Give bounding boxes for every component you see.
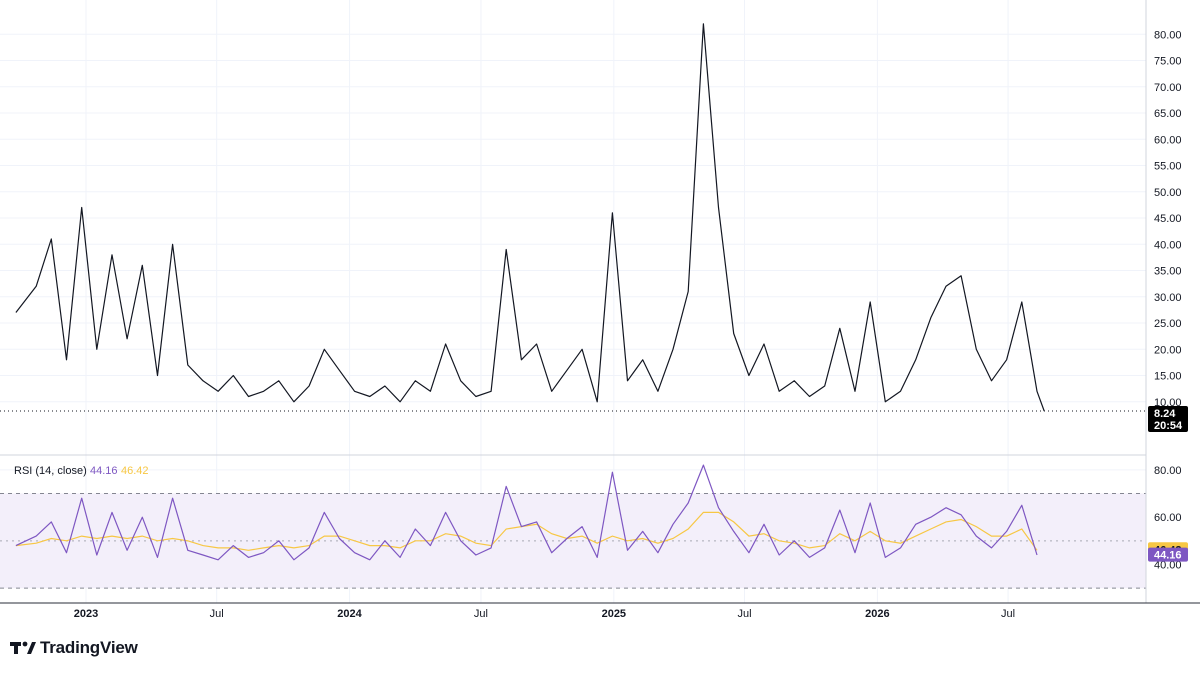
x-tick-label: Jul xyxy=(1001,608,1015,620)
x-axis-time[interactable]: 2023 Jul 2024 Jul 2025 Jul 2026 Jul xyxy=(74,608,1015,620)
series-layer xyxy=(0,23,1146,561)
x-tick-label: 2025 xyxy=(602,608,626,620)
y-tick-label: 35.00 xyxy=(1154,266,1182,278)
price-last-tag-text: 20:54 xyxy=(1154,420,1183,432)
value-tags: 8.2420:5446.4244.16 xyxy=(1148,405,1188,562)
x-tick-label: Jul xyxy=(474,608,488,620)
rsi-legend[interactable]: RSI (14, close) 44.16 46.42 xyxy=(14,465,149,477)
rsi-y-tick-label: 80.00 xyxy=(1154,465,1182,477)
rsi-band-fill xyxy=(0,493,1146,589)
price-last-tag-text: 8.24 xyxy=(1154,408,1176,420)
y-tick-label: 45.00 xyxy=(1154,213,1182,225)
y-axis-price[interactable]: 10.0015.0020.0025.0030.0035.0040.0045.00… xyxy=(1154,29,1182,409)
brand-name: TradingView xyxy=(40,638,138,657)
chart-root: 10.0015.0020.0025.0030.0035.0040.0045.00… xyxy=(0,0,1200,620)
rsi-legend-ma-value: 46.42 xyxy=(121,465,149,477)
y-tick-label: 80.00 xyxy=(1154,29,1182,41)
x-tick-label: Jul xyxy=(210,608,224,620)
x-tick-label: 2026 xyxy=(865,608,889,620)
rsi-band-layer xyxy=(0,493,1146,589)
y-tick-label: 20.00 xyxy=(1154,344,1182,356)
rsi-legend-label: RSI (14, close) xyxy=(14,465,87,477)
rsi-y-tick-label: 60.00 xyxy=(1154,512,1182,524)
brand[interactable]: TradingView xyxy=(10,638,138,658)
x-tick-label: 2023 xyxy=(74,608,98,620)
rsi-legend-rsi-value: 44.16 xyxy=(90,465,118,477)
y-tick-label: 55.00 xyxy=(1154,161,1182,173)
x-tick-label: Jul xyxy=(737,608,751,620)
y-tick-label: 65.00 xyxy=(1154,108,1182,120)
price-series-line xyxy=(15,23,1045,412)
y-tick-label: 25.00 xyxy=(1154,318,1182,330)
y-tick-label: 50.00 xyxy=(1154,187,1182,199)
y-tick-label: 70.00 xyxy=(1154,82,1182,94)
y-tick-label: 60.00 xyxy=(1154,134,1182,146)
y-tick-label: 75.00 xyxy=(1154,56,1182,68)
y-tick-label: 15.00 xyxy=(1154,371,1182,383)
rsi-last-tag-text: 44.16 xyxy=(1154,550,1182,562)
y-tick-label: 40.00 xyxy=(1154,239,1182,251)
x-tick-label: 2024 xyxy=(337,608,362,620)
y-tick-label: 30.00 xyxy=(1154,292,1182,304)
tradingview-logo-icon xyxy=(10,641,36,654)
